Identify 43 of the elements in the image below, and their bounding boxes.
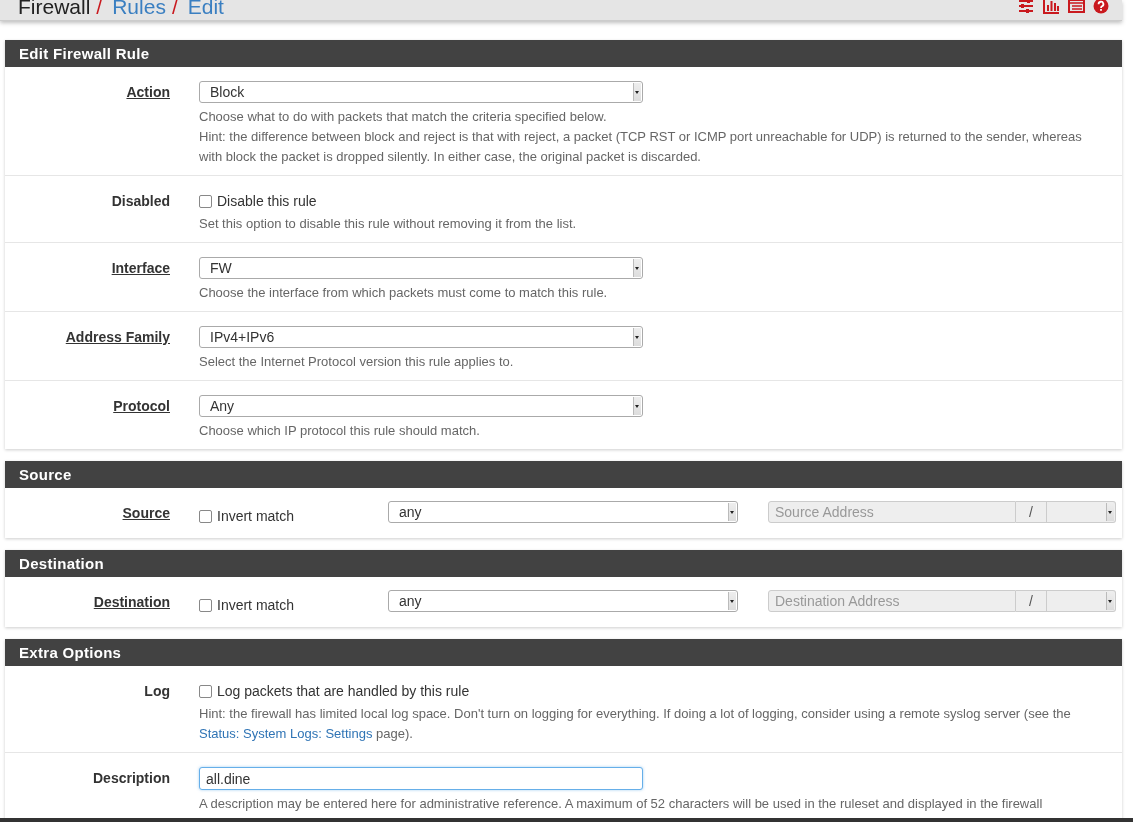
field-label: Disabled [111, 193, 170, 209]
slash-label: / [1016, 501, 1047, 523]
help-text: Select the Internet Protocol version this rule applies to. [199, 353, 515, 371]
checkbox[interactable] [199, 509, 212, 523]
settings-link[interactable]: Status: System Logs: Settings [199, 726, 373, 741]
field-label: Description [93, 770, 170, 786]
field-label-link[interactable]: Destination [93, 594, 170, 610]
panel-heading: Edit Firewall Rule [5, 40, 1122, 67]
help-text: Choose which IP protocol this rule should match. [199, 422, 481, 440]
help-icon[interactable] [1093, 0, 1110, 14]
checkbox[interactable] [199, 598, 212, 612]
checkbox-label: Disable this rule [217, 193, 317, 209]
field-label-link[interactable]: Action [126, 84, 170, 100]
field-label-link[interactable]: Interface [111, 260, 170, 276]
bar-chart-icon[interactable] [1043, 0, 1060, 14]
help-text: Set this option to disable this rule without removing it from the list. [199, 215, 578, 233]
help-text: Hint: the firewall has limited local log space. Don't turn on logging for everything. If doing a lot of logging, consider using a remote syslog server (see the Status: System Logs: Settings page). [199, 705, 1072, 743]
panel-heading: Extra Options [5, 639, 1122, 666]
select-field[interactable]: any [388, 590, 738, 612]
select-field[interactable]: IPv4+IPv6 [199, 326, 643, 348]
checkbox-label: Log packets that are handled by this rule [217, 683, 470, 699]
slash-label: / [1016, 590, 1047, 612]
help-text: Hint: the difference between block and reject is that with reject, a packet (TCP RST or ICMP port unreachable for UDP) is returned to the sender, whereas with block the packet is dropped silently. In either case, the original packet is discarded. [199, 128, 1083, 166]
help-text: Choose what to do with packets that match the criteria specified below. [199, 108, 608, 126]
field-label-link[interactable]: Protocol [113, 398, 170, 414]
sliders-icon[interactable] [1018, 0, 1035, 14]
select-field[interactable]: Any [199, 395, 643, 417]
help-text: Choose the interface from which packets must come to match this rule. [199, 284, 609, 302]
field-label-link[interactable]: Address Family [65, 329, 170, 345]
field-label: Log [144, 683, 170, 699]
select-field[interactable]: FW [199, 257, 643, 279]
checkbox-label: Invert match [217, 508, 295, 524]
checkbox[interactable] [199, 684, 212, 698]
list-icon[interactable] [1068, 0, 1085, 14]
help-text: A description may be entered here for administrative reference. A maximum of 52 characters will be used in the ruleset and displayed in the firewall [199, 795, 1044, 813]
field-label-link[interactable]: Source [122, 505, 170, 521]
panel-heading: Destination [5, 550, 1122, 577]
panel-heading: Source [5, 461, 1122, 488]
select-field[interactable]: Block [199, 81, 643, 103]
checkbox-label: Invert match [217, 597, 295, 613]
select-field[interactable]: any [388, 501, 738, 523]
checkbox[interactable] [199, 194, 212, 208]
text-input[interactable]: all.dine [199, 767, 643, 790]
